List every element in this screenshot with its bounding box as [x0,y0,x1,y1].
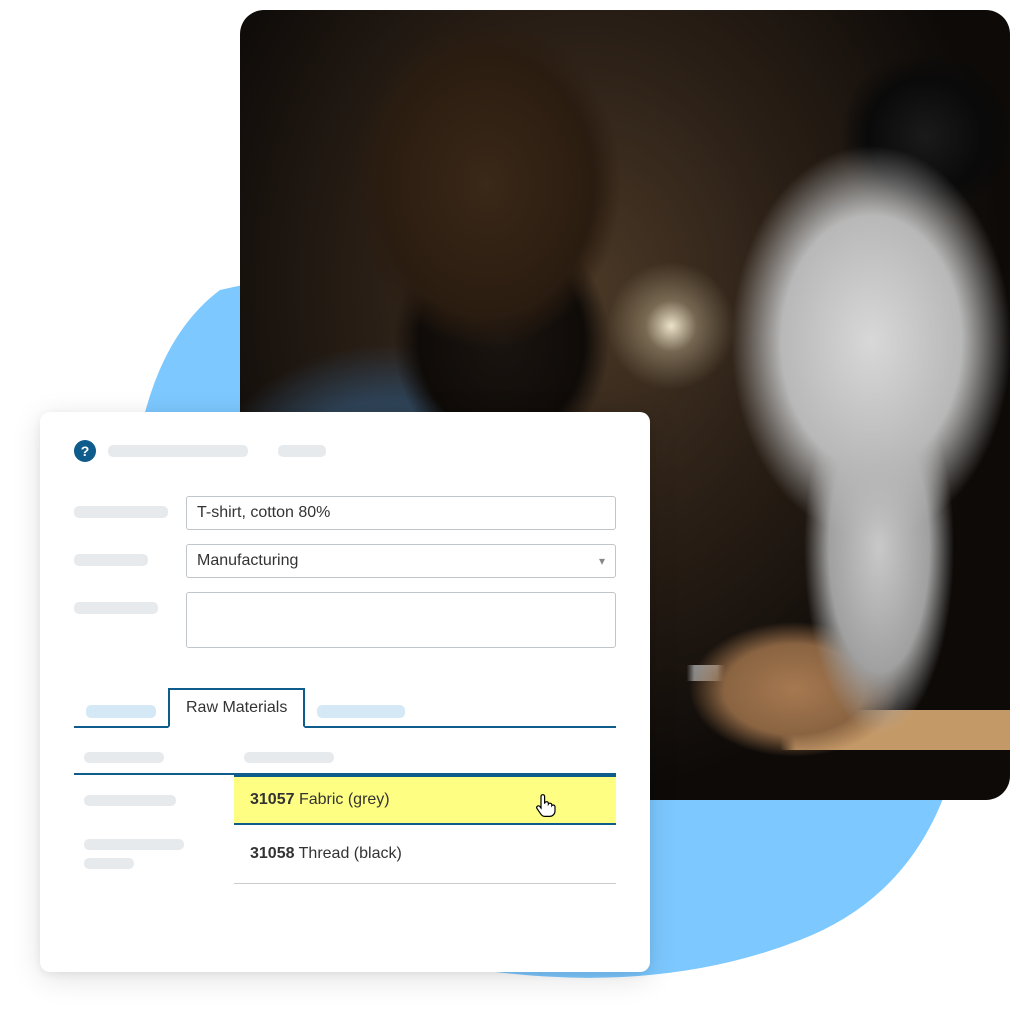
label-placeholder [74,602,158,614]
tab-placeholder-left[interactable] [74,697,168,726]
chevron-down-icon: ▾ [599,554,605,568]
material-row[interactable]: 31058 Thread (black) [234,831,616,877]
col-header-placeholder [244,752,334,763]
materials-table: 31057 Fabric (grey) 31058 Thread (black) [74,752,616,884]
tab-label: Raw Materials [186,699,287,716]
material-row-highlighted[interactable]: 31057 Fabric (grey) [234,775,616,825]
tab-raw-materials[interactable]: Raw Materials [168,688,305,728]
tabs-bar: Raw Materials [74,688,616,728]
category-value: Manufacturing [197,552,298,570]
col-header-placeholder [84,752,164,763]
description-textarea[interactable] [186,592,616,648]
row-divider [234,883,616,884]
tab-placeholder-right[interactable] [305,697,417,726]
subtitle-placeholder [278,445,326,457]
material-code: 31057 [250,791,295,808]
product-name-input[interactable]: T-shirt, cotton 80% [186,496,616,530]
product-form-card: ? T-shirt, cotton 80% Manufacturing ▾ Ra… [40,412,650,972]
material-name: Thread (black) [299,845,402,862]
meta-placeholder [84,839,184,850]
product-name-value: T-shirt, cotton 80% [197,504,330,522]
help-icon[interactable]: ? [74,440,96,462]
row-meta [74,781,234,820]
description-row [74,592,616,648]
category-row: Manufacturing ▾ [74,544,616,578]
table-row: 31057 Fabric (grey) [74,775,616,825]
product-name-row: T-shirt, cotton 80% [74,496,616,530]
meta-placeholder [84,795,176,806]
card-header: ? [74,440,616,462]
meta-placeholder [84,858,134,869]
title-placeholder [108,445,248,457]
table-header [74,752,616,773]
category-select[interactable]: Manufacturing ▾ [186,544,616,578]
label-placeholder [74,506,168,518]
row-meta [74,825,234,883]
label-placeholder [74,554,148,566]
pointer-cursor-icon [534,793,556,823]
table-row: 31058 Thread (black) [74,825,616,883]
material-code: 31058 [250,845,295,862]
material-name: Fabric (grey) [299,791,390,808]
